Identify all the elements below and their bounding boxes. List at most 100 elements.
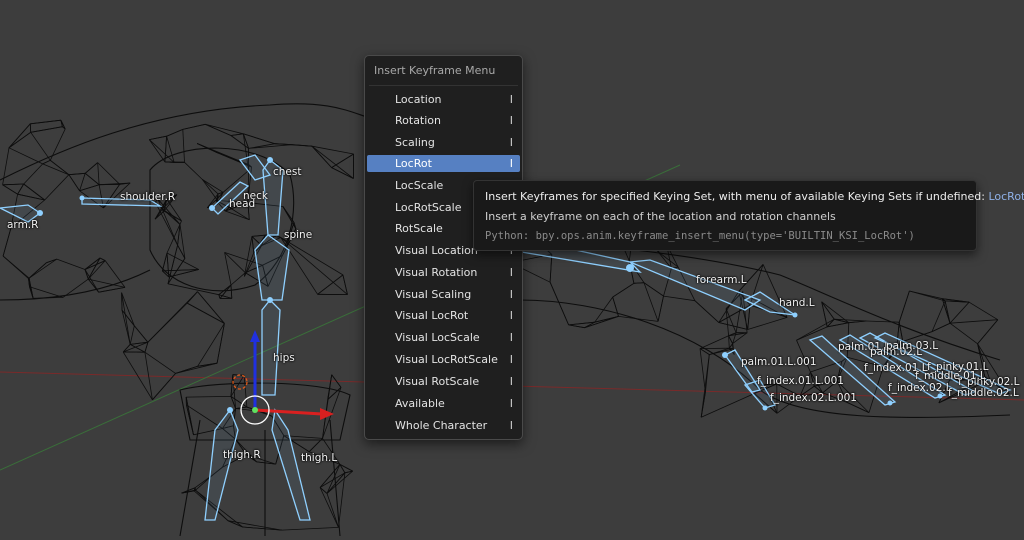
mesh-edge [30,120,61,124]
mesh-edge [219,285,231,295]
menu-item-visual-scaling[interactable]: Visual ScalingI [367,286,520,303]
mesh-edge [98,163,99,185]
mesh-edge [909,291,945,301]
mesh-edge [231,273,245,285]
mesh-edge [3,184,24,185]
bone-label-palm-03-l: palm.03.L [886,340,938,352]
mesh-edge [950,302,969,323]
mesh-edge [243,527,282,530]
mesh-edge [183,124,205,129]
mesh-edge [249,145,293,149]
mesh-edge [9,132,31,148]
mesh-edge [332,168,354,179]
mesh-edge [9,124,30,148]
mesh-edge [176,366,198,373]
mesh-edge [550,282,569,325]
menu-item-shortcut: I [510,112,513,129]
menu-item-label: LocRot [395,155,432,172]
mesh-edge [122,293,135,326]
menu-item-visual-rotscale[interactable]: Visual RotScaleI [367,373,520,390]
mesh-edge [167,129,183,136]
mesh-edge [866,321,899,322]
mesh-edge [585,316,619,327]
bone-label-forearm-l: forearm.L [696,274,747,286]
bone-label-palm-01-l-001: palm.01.L.001 [741,356,817,368]
mesh-edge [327,464,340,493]
menu-item-visual-locscale[interactable]: Visual LocScaleI [367,329,520,346]
menu-item-available[interactable]: AvailableI [367,395,520,412]
mesh-edge [80,185,100,191]
mesh-edge [69,173,85,174]
bone-label-thigh-l: thigh.L [301,452,337,464]
mesh-edge [198,292,225,324]
mesh-edge [320,464,340,487]
menu-item-shortcut: I [510,329,513,346]
mesh-edge [332,154,354,168]
menu-item-scaling[interactable]: ScalingI [367,134,520,151]
mesh-edge [85,163,98,174]
bone-label-f-index-01-l-001: f_index.01.L.001 [757,375,844,387]
operator-tooltip: Insert Keyframes for specified Keying Se… [473,180,977,251]
mesh-edge [634,283,644,284]
mesh-edge [281,238,343,275]
mesh-edge [202,180,216,200]
mesh-edge [43,160,51,164]
menu-item-shortcut: I [510,264,513,281]
mesh-edge [134,326,148,342]
mesh-edge [228,521,282,530]
mesh-edge [658,296,663,321]
mesh-edge [18,184,24,194]
menu-item-label: Visual LocRotScale [395,351,498,368]
mesh-edge [644,283,664,296]
mesh-edge [100,258,105,261]
menu-item-visual-rotation[interactable]: Visual RotationI [367,264,520,281]
menu-item-shortcut: I [510,373,513,390]
mesh-edge [29,279,34,299]
bone-label-arm-r: arm.R [7,219,38,231]
menu-item-whole-character[interactable]: Whole CharacterI [367,417,520,434]
mesh-edge [162,253,167,271]
mesh-edge [145,342,148,352]
mesh-edge [185,162,203,179]
mesh-edge [231,134,243,136]
mesh-edge [748,305,750,329]
menu-item-label: LocScale [395,177,443,194]
menu-item-shortcut: I [510,134,513,151]
menu-item-rotation[interactable]: Rotation I [367,112,520,129]
menu-item-label: RotScale [395,220,443,237]
menu-item-label: Rotation [395,112,441,129]
mesh-edge [243,134,275,144]
bone-label-thigh-r: thigh.R [223,449,261,461]
menu-item-locrot[interactable]: LocRotI [367,155,520,172]
mesh-edge [3,228,11,256]
bone-label-hips: hips [273,352,295,364]
mesh-edge [45,175,69,200]
mesh-edge [145,352,176,373]
mesh-edge [899,291,909,322]
tooltip-highlight: LocRot [988,190,1024,203]
bone-thigh-l [272,410,310,520]
mesh-edge [252,235,265,236]
menu-item-label: Location [395,91,442,108]
menu-item-visual-locrot[interactable]: Visual LocRotI [367,307,520,324]
bone-label-shoulder-r: shoulder.R [120,191,175,203]
mesh-edge [945,301,950,323]
menu-title: Insert Keyframe Menu [374,64,495,77]
mesh-edge [252,236,254,252]
mesh-edge [183,129,185,162]
mesh-edge [797,319,835,340]
mesh-edge [748,317,787,329]
bone-thigh-r [205,410,238,520]
mesh-edge [29,259,57,278]
menu-item-location[interactable]: LocationI [367,91,520,108]
mesh-edge [701,355,709,418]
mesh-edge [63,279,88,297]
menu-item-shortcut: I [510,286,513,303]
mesh-edge [148,292,198,343]
menu-item-visual-locrotscale[interactable]: Visual LocRotScaleI [367,351,520,368]
mesh-edge [50,160,69,174]
bone-hips [262,300,280,395]
mesh-edge [3,256,29,278]
bone-label-f-middle-01-l: f_middle.01.L [915,370,986,382]
mesh-edge [152,373,175,399]
